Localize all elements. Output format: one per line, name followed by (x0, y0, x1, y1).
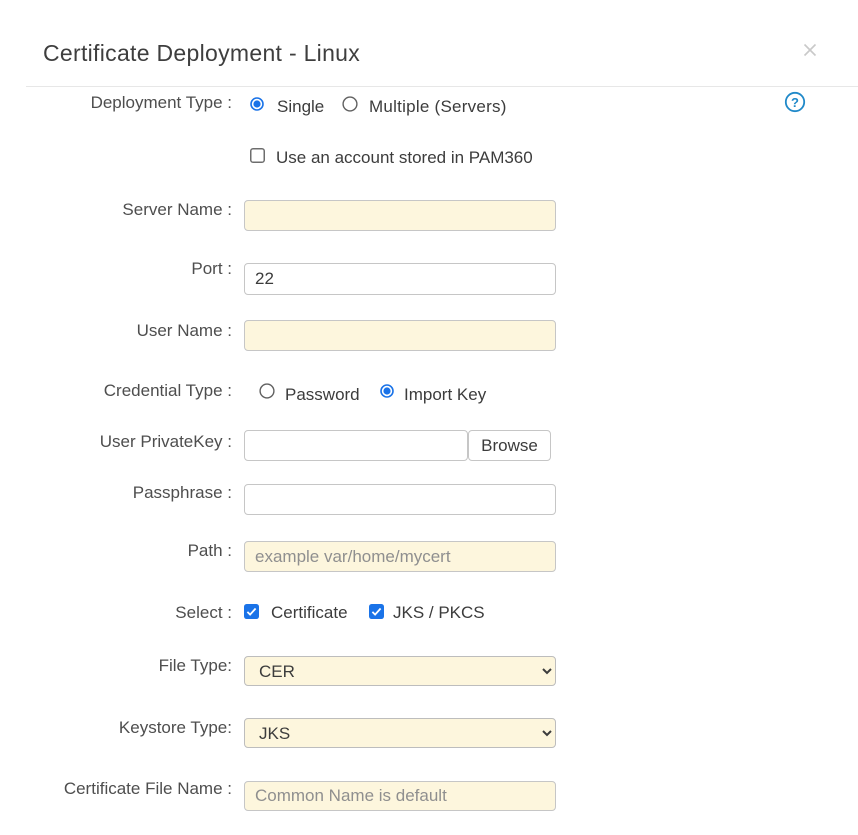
svg-text:?: ? (791, 95, 799, 110)
